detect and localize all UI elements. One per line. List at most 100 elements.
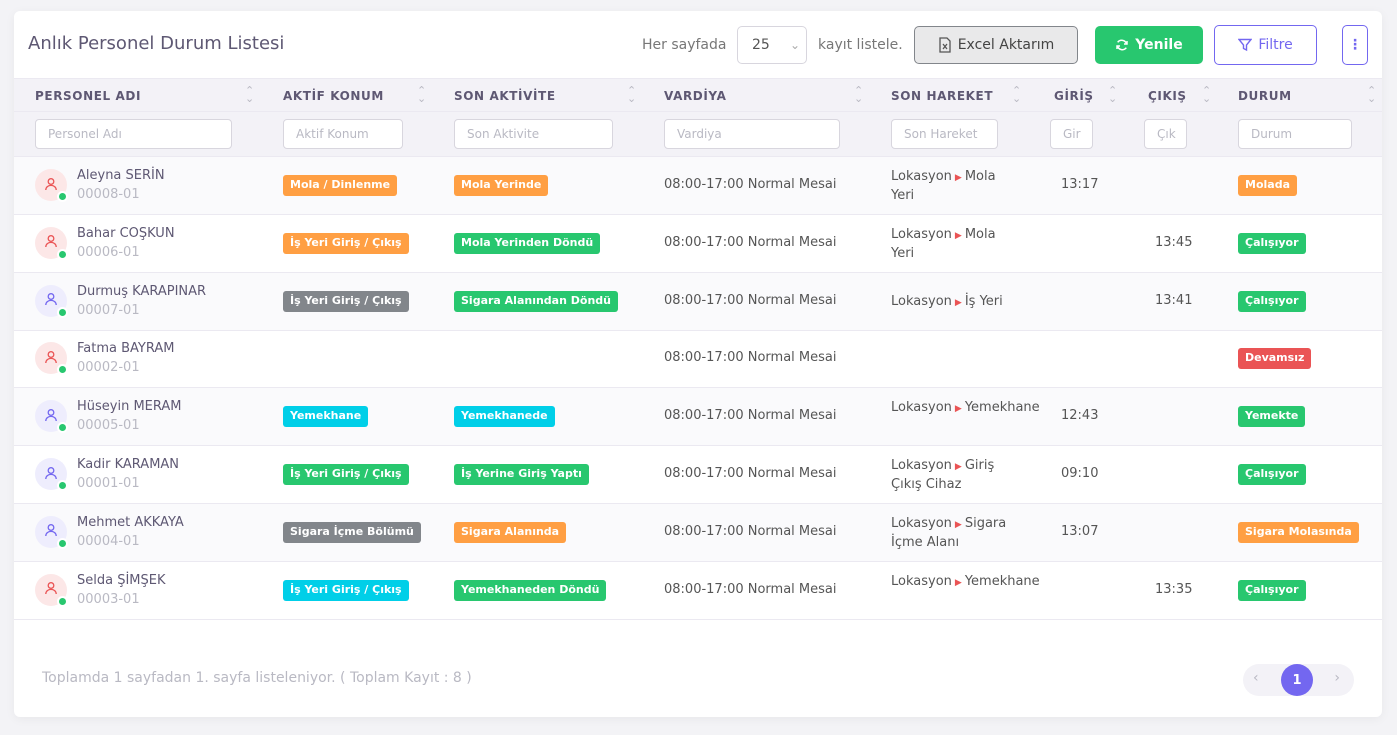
location-badge: İş Yeri Giriş / Çıkış — [283, 464, 409, 485]
caret-right-icon: ▶ — [954, 173, 962, 183]
more-options-button[interactable]: ⋮ — [1342, 25, 1368, 65]
online-status-dot — [57, 422, 68, 434]
col-last-movement[interactable]: SON HAREKET — [891, 89, 993, 103]
filter-name-input[interactable]: Personel Adı — [35, 119, 232, 149]
per-page-select[interactable]: 25 ⌄ — [737, 26, 807, 64]
filter-movement-input[interactable]: Son Hareket — [891, 119, 998, 149]
page-1-button[interactable]: 1 — [1281, 664, 1313, 696]
col-check-in[interactable]: GİRİŞ — [1054, 89, 1094, 103]
check-out-time: 13:41 — [1155, 292, 1193, 308]
avatar — [35, 400, 68, 434]
col-status[interactable]: DURUM — [1238, 89, 1292, 103]
personnel-name[interactable]: Aleyna SERİN — [77, 168, 165, 183]
personnel-code: 00008-01 — [77, 187, 140, 202]
caret-right-icon: ▶ — [954, 519, 962, 530]
caret-right-icon: ▶ — [954, 230, 962, 241]
sort-icon[interactable]: ⌃ ⌄ — [1012, 85, 1021, 104]
user-icon — [44, 407, 58, 426]
online-status-dot — [57, 364, 68, 376]
pagination-summary: Toplamda 1 sayfadan 1. sayfa listeleniyo… — [42, 670, 472, 686]
user-icon — [44, 465, 58, 484]
movement-from: Lokasyon — [891, 400, 952, 416]
excel-export-label: Excel Aktarım — [957, 37, 1055, 53]
filter-activity-input[interactable]: Son Aktivite — [454, 119, 613, 149]
activity-badge: Mola Yerinde — [454, 175, 549, 196]
personnel-code: 00004-01 — [77, 533, 140, 549]
card-header: Anlık Personel Durum Listesi Her sayfada… — [14, 11, 1382, 78]
table-row[interactable]: Bahar COŞKUN 00006-01 İş Yeri Giriş / Çıkı… — [14, 215, 1382, 273]
check-out-time: 13:35 — [1155, 581, 1193, 597]
table-row[interactable]: Kadir KARAMAN 00001-01 İş Yeri Giriş / Çık… — [14, 446, 1382, 504]
excel-export-button[interactable]: Excel Aktarım — [914, 26, 1078, 64]
personnel-name[interactable]: Bahar COŞKUN — [77, 226, 175, 241]
online-status-dot — [57, 191, 68, 202]
sort-icon[interactable]: ⌃ ⌄ — [1367, 85, 1376, 104]
table-row[interactable]: Hüseyin MERAM 00005-01 Yemekhane Yemekhaned… — [14, 388, 1382, 447]
more-vertical-icon: ⋮ — [1348, 37, 1362, 53]
table-row[interactable]: Fatma BAYRAM 00002-01 08:00-17:00 Normal M… — [14, 330, 1382, 389]
caret-right-icon: ▶ — [954, 462, 962, 472]
filter-row: Personel Adı Aktif Konum Son Aktivite Va… — [14, 112, 1382, 157]
user-icon — [44, 522, 58, 541]
col-active-location[interactable]: AKTİF KONUM — [283, 89, 384, 103]
movement-from: Lokasyon — [891, 293, 952, 309]
personnel-name[interactable]: Kadir KARAMAN — [77, 457, 179, 472]
status-badge: Çalışıyor — [1238, 579, 1306, 601]
filter-status-input[interactable]: Durum — [1238, 119, 1352, 149]
table-row[interactable]: Aleyna SERİN 00008-01 Mola / Dinlenme Mola … — [14, 157, 1382, 215]
avatar — [35, 573, 68, 607]
activity-badge: Sigara Alanından Döndü — [454, 290, 618, 312]
movement-to: Yemekhane — [964, 573, 1040, 589]
sort-icon[interactable]: ⌃ ⌄ — [1202, 85, 1211, 104]
check-in-time: 09:10 — [1061, 466, 1099, 481]
location-badge: Mola / Dinlenme — [283, 175, 398, 196]
table-row[interactable]: Mehmet AKKAYA 00004-01 Sigara İçme Bölümü S… — [14, 503, 1382, 562]
personnel-name[interactable]: Hüseyin MERAM — [77, 399, 182, 414]
sort-icon[interactable]: ⌃ ⌄ — [1108, 85, 1117, 104]
avatar — [35, 226, 68, 260]
activity-badge: Yemekhaneden Döndü — [454, 579, 607, 601]
filter-check-out-input[interactable]: Çık — [1144, 119, 1187, 149]
personnel-code: 00007-01 — [77, 302, 140, 318]
filter-shift-input[interactable]: Vardiya — [664, 119, 840, 149]
check-out-time: 13:45 — [1155, 234, 1193, 250]
table-row[interactable]: Selda ŞİMŞEK 00003-01 İş Yeri Giriş / Çıkı… — [14, 562, 1382, 620]
per-page-value: 25 — [752, 37, 770, 53]
table-row[interactable]: Durmuş KARAPINAR 00007-01 İş Yeri Giriş / … — [14, 272, 1382, 331]
movement-from: Lokasyon — [891, 169, 952, 184]
status-badge: Sigara Molasında — [1238, 521, 1359, 543]
filter-icon — [1238, 38, 1253, 52]
last-movement-cell: Lokasyon ▶ İş Yeri — [891, 293, 1011, 312]
refresh-button[interactable]: Yenile — [1095, 26, 1203, 64]
personnel-name[interactable]: Fatma BAYRAM — [77, 341, 174, 356]
personnel-code: 00006-01 — [77, 244, 140, 260]
personnel-name[interactable]: Durmuş KARAPINAR — [77, 284, 206, 299]
filter-check-in-input[interactable]: Gir — [1050, 119, 1093, 149]
col-personnel-name[interactable]: PERSONEL ADI — [35, 89, 141, 103]
movement-to: Yemekhane — [964, 400, 1040, 416]
status-badge: Çalışıyor — [1238, 464, 1306, 485]
caret-right-icon: ▶ — [954, 404, 962, 415]
next-page-button[interactable]: › — [1334, 670, 1340, 686]
personnel-name[interactable]: Mehmet AKKAYA — [77, 515, 184, 530]
status-badge: Çalışıyor — [1238, 290, 1306, 312]
filter-location-input[interactable]: Aktif Konum — [283, 119, 403, 149]
activity-badge: Mola Yerinden Döndü — [454, 232, 601, 254]
col-check-out[interactable]: ÇIKIŞ — [1148, 89, 1187, 103]
status-badge: Devamsız — [1238, 348, 1312, 370]
personnel-code: 00001-01 — [77, 476, 140, 491]
personnel-code: 00002-01 — [77, 360, 140, 376]
col-last-activity[interactable]: SON AKTİVİTE — [454, 89, 556, 103]
filter-button[interactable]: Filtre — [1214, 25, 1317, 65]
sort-icon[interactable]: ⌃ ⌄ — [627, 85, 636, 104]
sort-icon[interactable]: ⌃ ⌄ — [245, 85, 254, 104]
col-shift[interactable]: VARDİYA — [664, 89, 726, 103]
prev-page-button[interactable]: ‹ — [1253, 670, 1259, 686]
location-badge: İş Yeri Giriş / Çıkış — [283, 290, 409, 312]
user-icon — [44, 291, 58, 310]
movement-from: Lokasyon — [891, 573, 952, 589]
online-status-dot — [57, 595, 68, 607]
personnel-name[interactable]: Selda ŞİMŞEK — [77, 573, 166, 588]
sort-icon[interactable]: ⌃ ⌄ — [417, 85, 426, 104]
sort-icon[interactable]: ⌃ ⌄ — [854, 85, 863, 104]
